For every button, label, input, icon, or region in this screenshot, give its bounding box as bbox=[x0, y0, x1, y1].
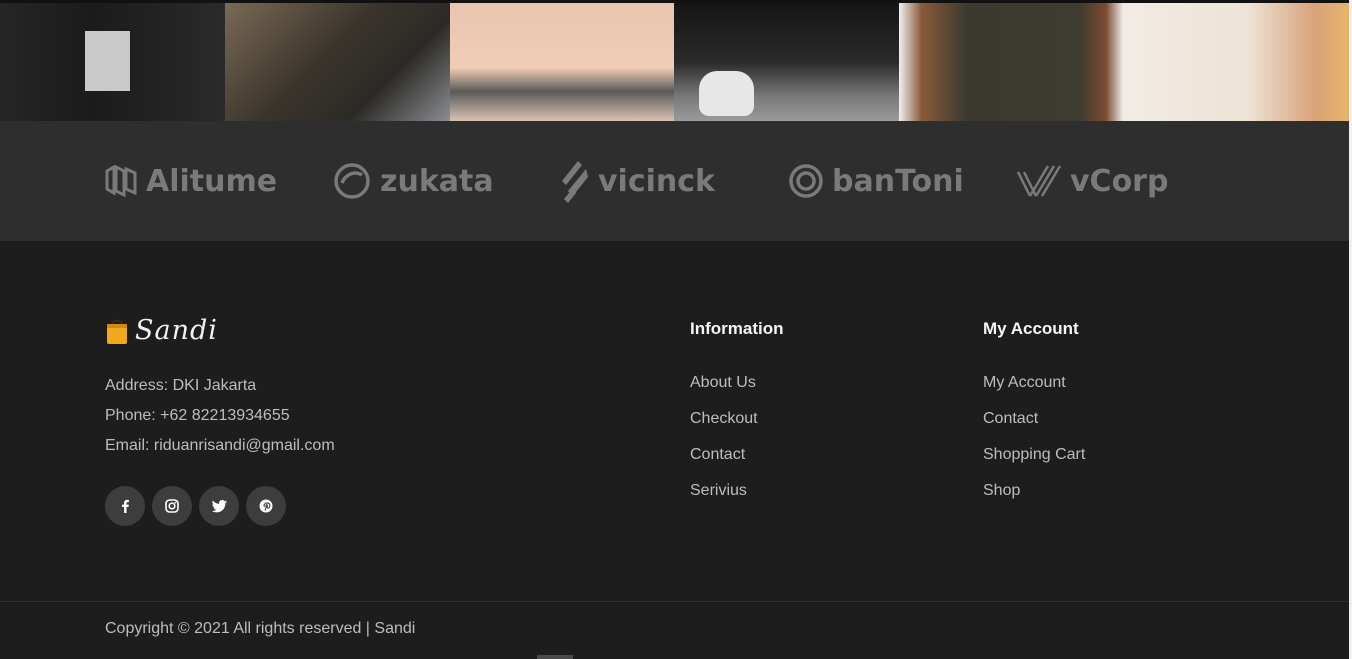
instagram-photo-cream-sweater[interactable] bbox=[1124, 3, 1349, 121]
link-contact[interactable]: Contact bbox=[690, 446, 745, 464]
instagram-photo-olive-shirt[interactable] bbox=[899, 3, 1125, 121]
brand-name: zukata bbox=[380, 163, 494, 199]
link-serivius[interactable]: Serivius bbox=[690, 482, 747, 500]
my-account-heading: My Account bbox=[983, 319, 1079, 338]
back-to-top-handle[interactable] bbox=[537, 655, 573, 659]
pinterest-button[interactable] bbox=[246, 486, 286, 526]
link-account-contact[interactable]: Contact bbox=[983, 410, 1038, 428]
site-footer: Sandi Address: DKI Jakarta Phone: +62 82… bbox=[0, 241, 1349, 659]
phone-text: Phone: +62 82213934655 bbox=[105, 407, 290, 424]
brand-logo-alitume: Alitume bbox=[104, 121, 277, 241]
logo-text: Sandi bbox=[135, 315, 218, 346]
brand-logo-zukata: zukata bbox=[332, 121, 494, 241]
social-links bbox=[105, 486, 286, 526]
brand-name: vCorp bbox=[1070, 163, 1169, 199]
facebook-icon bbox=[122, 499, 129, 513]
pinterest-icon bbox=[259, 499, 273, 513]
alitume-logo-icon bbox=[105, 165, 137, 197]
instagram-photo-jacket[interactable] bbox=[0, 3, 225, 121]
instagram-strip bbox=[0, 0, 1349, 121]
vicinck-logo-icon bbox=[562, 161, 588, 203]
instagram-photo-pink-sweater[interactable] bbox=[449, 3, 675, 121]
brand-name: Alitume bbox=[146, 163, 278, 199]
brand-partners-bar: Alitume zukata vicinck banToni vCorp bbox=[0, 121, 1349, 241]
instagram-photo-mesh-top[interactable] bbox=[224, 3, 450, 121]
link-about-us[interactable]: About Us bbox=[690, 374, 756, 392]
email-text: Email: riduanrisandi@gmail.com bbox=[105, 437, 335, 454]
information-heading: Information bbox=[690, 319, 784, 338]
instagram-button[interactable] bbox=[152, 486, 192, 526]
footer-logo[interactable]: Sandi bbox=[105, 315, 218, 346]
brand-logo-vicinck: vicinck bbox=[560, 121, 715, 241]
twitter-button[interactable] bbox=[199, 486, 239, 526]
footer-divider bbox=[0, 601, 1349, 602]
link-shop[interactable]: Shop bbox=[983, 482, 1020, 500]
brand-name: vicinck bbox=[598, 163, 715, 199]
link-shopping-cart[interactable]: Shopping Cart bbox=[983, 446, 1085, 464]
vcorp-logo-icon bbox=[1016, 165, 1062, 197]
instagram-photo-sneakers[interactable] bbox=[674, 3, 900, 121]
zukata-logo-icon bbox=[334, 163, 370, 199]
brand-logo-bantoni: banToni bbox=[788, 121, 964, 241]
facebook-button[interactable] bbox=[105, 486, 145, 526]
link-checkout[interactable]: Checkout bbox=[690, 410, 758, 428]
brand-logo-vcorp: vCorp bbox=[1016, 121, 1168, 241]
address-text: Address: DKI Jakarta bbox=[105, 377, 257, 394]
instagram-icon bbox=[165, 499, 179, 513]
brand-name: banToni bbox=[832, 163, 964, 199]
twitter-icon bbox=[211, 499, 227, 512]
shopping-bag-icon bbox=[107, 319, 127, 344]
copyright-text: Copyright © 2021 All rights reserved | S… bbox=[105, 620, 416, 637]
link-my-account[interactable]: My Account bbox=[983, 374, 1066, 392]
bantoni-logo-icon bbox=[789, 164, 823, 198]
